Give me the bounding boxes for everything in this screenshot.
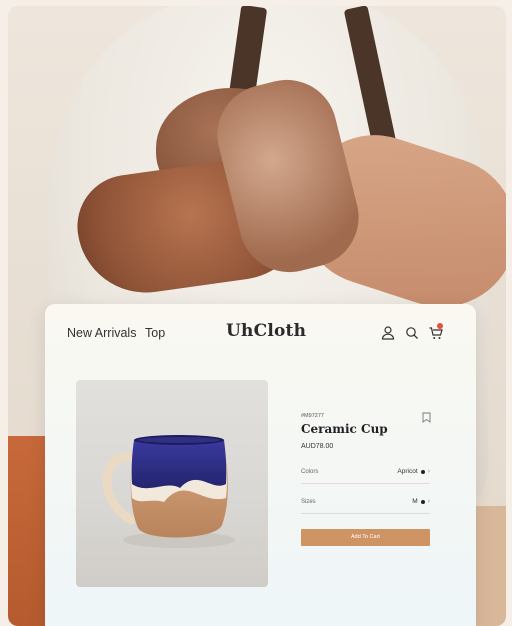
product-name: Ceramic Cup: [301, 422, 388, 436]
product-sku: #M97277: [301, 413, 324, 419]
user-icon[interactable]: [380, 325, 396, 341]
color-swatch-icon: [420, 469, 425, 474]
brand-logo[interactable]: UhCloth: [226, 321, 306, 341]
size-label: Sizes: [301, 499, 316, 505]
color-label: Colors: [301, 469, 319, 475]
terracotta-side-right: [476, 506, 506, 626]
search-icon[interactable]: [404, 325, 420, 341]
cart-badge: [437, 323, 443, 329]
add-to-cart-button[interactable]: Add To Cart: [301, 529, 430, 546]
product-price: AUD78.00: [301, 443, 334, 450]
chevron-right-icon: ›: [427, 498, 430, 505]
color-selector[interactable]: Colors Apricot ›: [301, 467, 430, 484]
nav-top[interactable]: Top: [145, 326, 165, 340]
color-value-text: Apricot: [397, 468, 418, 475]
size-dot-icon: [420, 499, 425, 504]
ceramic-cup-illustration: [102, 435, 235, 548]
chevron-right-icon: ›: [427, 468, 430, 475]
size-value: M ›: [412, 498, 430, 505]
bookmark-icon[interactable]: [422, 410, 431, 423]
nav-new-arrivals[interactable]: New Arrivals: [67, 326, 136, 340]
top-nav: New Arrivals Top UhCloth: [45, 304, 476, 362]
color-value: Apricot ›: [397, 468, 430, 475]
product-image[interactable]: [76, 380, 268, 587]
cart-icon[interactable]: [428, 323, 444, 341]
size-value-text: M: [412, 498, 418, 505]
shop-card: New Arrivals Top UhCloth #M97277 Ceramic…: [45, 304, 476, 626]
size-selector[interactable]: Sizes M ›: [301, 497, 430, 514]
